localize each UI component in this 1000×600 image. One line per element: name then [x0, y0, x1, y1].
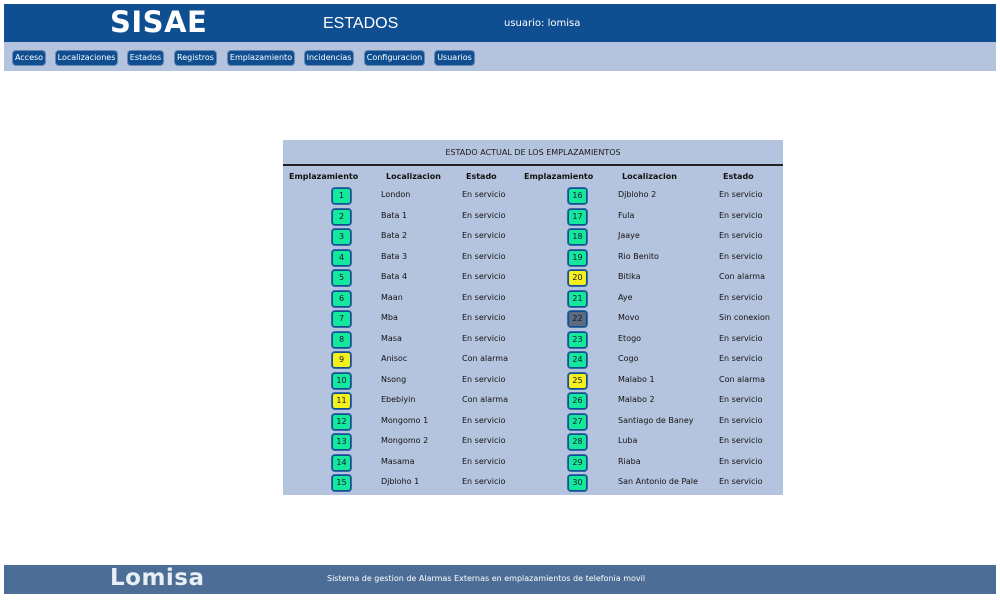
site-number-button[interactable]: 20 — [568, 270, 587, 286]
header-emplazamiento-left: Emplazamiento — [289, 172, 359, 181]
site-location: Fula — [618, 210, 635, 220]
site-location: Malabo 1 — [618, 374, 655, 384]
table-row: 26 Malabo 2 En servicio — [283, 393, 783, 411]
site-number-button[interactable]: 26 — [568, 393, 587, 409]
header-bar: SISAE ESTADOS usuario: lomisa — [4, 4, 996, 42]
site-status: En servicio — [719, 477, 763, 486]
menu-localizaciones[interactable]: Localizaciones — [56, 51, 117, 65]
site-location: Aye — [618, 292, 633, 302]
footer-logo: Lomisa — [110, 565, 205, 591]
site-number-button[interactable]: 29 — [568, 454, 587, 471]
site-location: Cogo — [618, 354, 639, 363]
table-row: 22 Movo Sin conexion — [283, 311, 783, 329]
panel-title: ESTADO ACTUAL DE LOS EMPLAZAMIENTOS — [283, 140, 783, 166]
header-emplazamiento-right: Emplazamiento — [524, 172, 594, 181]
table-row: 24 Cogo En servicio — [283, 352, 783, 370]
site-location: San Antonio de Pale — [618, 477, 698, 486]
site-number-button[interactable]: 18 — [568, 229, 587, 245]
site-location: Bitika — [618, 272, 641, 281]
site-number-button[interactable]: 21 — [568, 290, 587, 307]
menu-incidencias[interactable]: Incidencias — [305, 51, 353, 65]
site-number-button[interactable]: 17 — [568, 208, 587, 225]
table-row: 23 Etogo En servicio — [283, 331, 783, 350]
site-status: En servicio — [719, 354, 763, 363]
site-status: Con alarma — [719, 374, 765, 384]
site-number-button[interactable]: 23 — [568, 331, 587, 348]
site-number-button[interactable]: 22 — [568, 311, 587, 327]
site-status: En servicio — [719, 190, 763, 199]
site-number-button[interactable]: 30 — [568, 475, 587, 491]
footer-text: Sistema de gestion de Alarmas Externas e… — [327, 574, 646, 583]
menu-bar: Acceso Localizaciones Estados Registros … — [4, 42, 996, 71]
site-number-button[interactable]: 24 — [568, 352, 587, 368]
site-status: En servicio — [719, 251, 763, 261]
header-estado-right: Estado — [723, 172, 754, 181]
table-row: 17 Fula En servicio — [283, 208, 783, 227]
site-location: Jaaye — [618, 231, 640, 240]
menu-acceso[interactable]: Acceso — [13, 51, 45, 65]
table-row: 18 Jaaye En servicio — [283, 229, 783, 247]
table-row: 20 Bitika Con alarma — [283, 270, 783, 288]
status-panel: ESTADO ACTUAL DE LOS EMPLAZAMIENTOS Empl… — [283, 140, 783, 495]
page-title: ESTADOS — [323, 15, 399, 32]
site-location: Riaba — [618, 456, 641, 466]
menu-usuarios[interactable]: Usuarios — [435, 51, 474, 65]
site-status: En servicio — [719, 210, 763, 220]
user-label: usuario: lomisa — [504, 18, 581, 29]
app-logo: SISAE — [110, 5, 208, 39]
site-status: En servicio — [719, 436, 763, 445]
site-status: Con alarma — [719, 272, 765, 281]
site-status: En servicio — [719, 456, 763, 466]
site-status: En servicio — [719, 231, 763, 240]
table-row: 25 Malabo 1 Con alarma — [283, 372, 783, 391]
site-number-button[interactable]: 27 — [568, 413, 587, 430]
site-number-button[interactable]: 28 — [568, 434, 587, 450]
site-location: Malabo 2 — [618, 395, 655, 404]
footer-bar: Lomisa Sistema de gestion de Alarmas Ext… — [4, 565, 996, 594]
site-number-button[interactable]: 25 — [568, 372, 587, 389]
menu-configuracion[interactable]: Configuracion — [365, 51, 424, 65]
site-status: En servicio — [719, 292, 763, 302]
table-row: 29 Riaba En servicio — [283, 454, 783, 473]
site-number-button[interactable]: 16 — [568, 188, 587, 204]
table-row: 21 Aye En servicio — [283, 290, 783, 309]
site-location: Movo — [618, 313, 640, 322]
site-status: En servicio — [719, 333, 763, 343]
site-location: Luba — [618, 436, 638, 445]
menu-estados[interactable]: Estados — [128, 51, 163, 65]
site-location: Etogo — [618, 333, 642, 343]
menu-emplazamiento[interactable]: Emplazamiento — [228, 51, 294, 65]
table-row: 16 Djbloho 2 En servicio — [283, 188, 783, 206]
site-location: Santiago de Baney — [618, 415, 694, 425]
site-number-button[interactable]: 19 — [568, 249, 587, 266]
header-estado-left: Estado — [466, 172, 497, 181]
table-row: 19 Rio Benito En servicio — [283, 249, 783, 268]
table-row: 30 San Antonio de Pale En servicio — [283, 475, 783, 493]
site-location: Djbloho 2 — [618, 190, 657, 199]
header-localizacion-right: Localizacion — [622, 172, 677, 181]
site-status: En servicio — [719, 395, 763, 404]
site-status: Sin conexion — [719, 313, 770, 322]
site-location: Rio Benito — [618, 251, 659, 261]
menu-registros[interactable]: Registros — [175, 51, 216, 65]
table-row: 27 Santiago de Baney En servicio — [283, 413, 783, 432]
table-row: 28 Luba En servicio — [283, 434, 783, 452]
header-localizacion-left: Localizacion — [386, 172, 441, 181]
site-status: En servicio — [719, 415, 763, 425]
